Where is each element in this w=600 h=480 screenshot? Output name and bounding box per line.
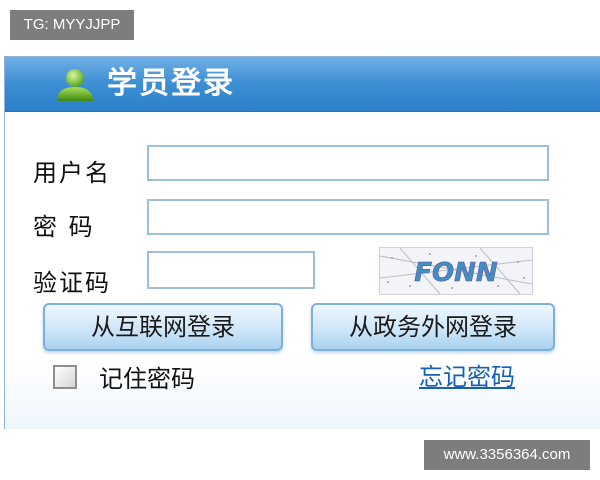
username-input[interactable] xyxy=(147,145,549,181)
password-label: 密 码 xyxy=(33,213,95,241)
login-title: 学员登录 xyxy=(107,66,235,101)
captcha-image[interactable]: FONN xyxy=(379,247,533,295)
captcha-text: FONN xyxy=(414,258,498,288)
watermark-bottom: www.3356364.com xyxy=(424,440,590,470)
captcha-label: 验证码 xyxy=(33,269,111,297)
user-icon xyxy=(53,67,97,103)
login-title-bar: 学员登录 xyxy=(5,57,600,112)
forgot-password-link[interactable]: 忘记密码 xyxy=(419,357,515,392)
password-input[interactable] xyxy=(147,199,549,235)
internet-login-button[interactable]: 从互联网登录 xyxy=(43,303,283,351)
captcha-input[interactable] xyxy=(147,251,315,289)
gov-network-login-button[interactable]: 从政务外网登录 xyxy=(311,303,555,351)
username-label: 用户名 xyxy=(33,159,111,187)
watermark-top: TG: MYYJJPP xyxy=(10,10,134,40)
remember-password-label: 记住密码 xyxy=(99,365,195,393)
remember-password-checkbox[interactable] xyxy=(53,365,77,389)
login-panel: 学员登录 用户名 密 码 验证码 FONN 从互联网登录 从政务外网登录 记住密… xyxy=(4,56,600,429)
